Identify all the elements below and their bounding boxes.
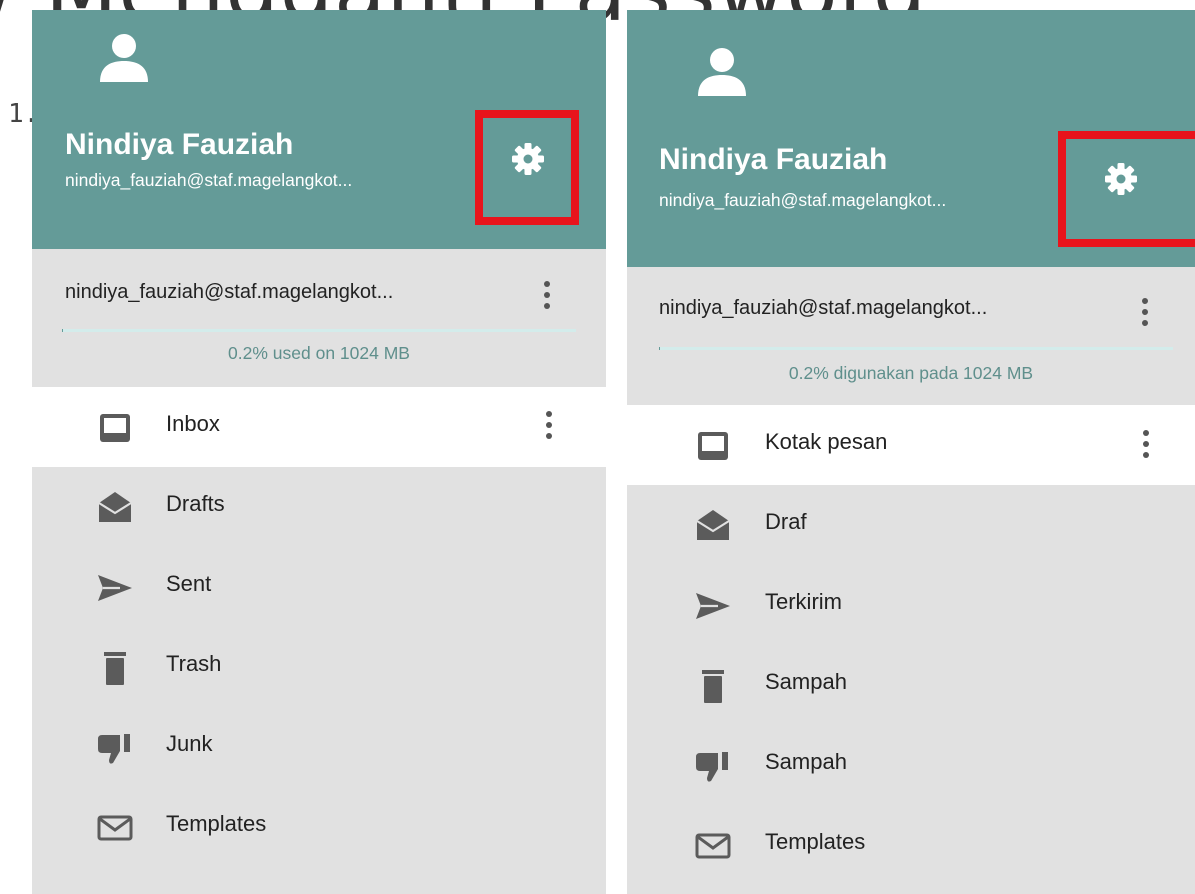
account-quota-section: nindiya_fauziah@staf.magelangkot... 0.2%… bbox=[32, 249, 606, 387]
account-quota-section: nindiya_fauziah@staf.magelangkot... 0.2%… bbox=[627, 267, 1195, 405]
folder-templates[interactable]: Templates bbox=[627, 805, 1195, 885]
folder-label: Sampah bbox=[765, 669, 847, 694]
settings-highlight-box bbox=[475, 110, 579, 225]
account-header: Nindiya Fauziah nindiya_fauziah@staf.mag… bbox=[627, 10, 1195, 267]
folder-drafts[interactable]: Draf bbox=[627, 485, 1195, 565]
account-menu-icon[interactable] bbox=[542, 281, 552, 313]
folder-inbox[interactable]: Inbox bbox=[32, 387, 606, 467]
user-name: Nindiya Fauziah bbox=[65, 128, 294, 161]
settings-highlight-box bbox=[1058, 131, 1195, 247]
mail-sidebar-english: Nindiya Fauziah nindiya_fauziah@staf.mag… bbox=[32, 10, 606, 894]
folder-label: Trash bbox=[166, 651, 222, 676]
folder-sent[interactable]: Sent bbox=[32, 547, 606, 627]
drafts-icon bbox=[696, 510, 730, 540]
quota-progress-bar bbox=[659, 347, 1173, 350]
quota-progress-bar bbox=[62, 329, 576, 332]
folder-label: Templates bbox=[166, 811, 267, 836]
templates-icon bbox=[97, 815, 133, 841]
folder-label: Sampah bbox=[765, 749, 847, 774]
folder-label: Kotak pesan bbox=[765, 429, 888, 454]
inbox-icon bbox=[698, 432, 728, 460]
trash-icon bbox=[702, 670, 724, 703]
trash-icon bbox=[104, 652, 126, 685]
folder-label: Junk bbox=[166, 731, 213, 756]
user-icon bbox=[100, 34, 148, 82]
account-email: nindiya_fauziah@staf.magelangkot... bbox=[65, 281, 394, 303]
user-email: nindiya_fauziah@staf.magelangkot... bbox=[659, 190, 947, 210]
drafts-icon bbox=[98, 492, 132, 522]
folder-label: Terkirim bbox=[765, 589, 842, 614]
quota-text: 0.2% digunakan pada 1024 MB bbox=[788, 363, 1034, 383]
user-icon bbox=[698, 48, 746, 96]
folder-trash[interactable]: Sampah bbox=[627, 645, 1195, 725]
folder-label: Draf bbox=[765, 509, 807, 534]
account-menu-icon[interactable] bbox=[1140, 298, 1150, 330]
folder-templates[interactable]: Templates bbox=[32, 787, 606, 867]
mail-sidebar-indonesian: Nindiya Fauziah nindiya_fauziah@staf.mag… bbox=[627, 10, 1195, 894]
folder-label: Sent bbox=[166, 571, 212, 596]
user-name: Nindiya Fauziah bbox=[659, 143, 888, 176]
user-email: nindiya_fauziah@staf.magelangkot... bbox=[65, 170, 353, 190]
account-header: Nindiya Fauziah nindiya_fauziah@staf.mag… bbox=[32, 10, 606, 249]
folder-junk[interactable]: Sampah bbox=[627, 725, 1195, 805]
junk-icon bbox=[696, 752, 728, 782]
quota-text: 0.2% used on 1024 MB bbox=[228, 343, 410, 363]
folder-label: Drafts bbox=[166, 491, 225, 516]
sent-icon bbox=[696, 593, 730, 619]
folder-junk[interactable]: Junk bbox=[32, 707, 606, 787]
sent-icon bbox=[98, 575, 132, 601]
inbox-icon bbox=[100, 414, 130, 442]
templates-icon bbox=[695, 833, 731, 859]
folder-label: Templates bbox=[765, 829, 866, 854]
folder-menu-icon[interactable] bbox=[1141, 430, 1151, 462]
folder-trash[interactable]: Trash bbox=[32, 627, 606, 707]
folder-label: Inbox bbox=[166, 411, 220, 436]
account-email: nindiya_fauziah@staf.magelangkot... bbox=[659, 297, 988, 319]
folder-menu-icon[interactable] bbox=[544, 411, 554, 443]
folder-inbox[interactable]: Kotak pesan bbox=[627, 405, 1195, 485]
junk-icon bbox=[98, 734, 130, 764]
folder-drafts[interactable]: Drafts bbox=[32, 467, 606, 547]
folder-sent[interactable]: Terkirim bbox=[627, 565, 1195, 645]
